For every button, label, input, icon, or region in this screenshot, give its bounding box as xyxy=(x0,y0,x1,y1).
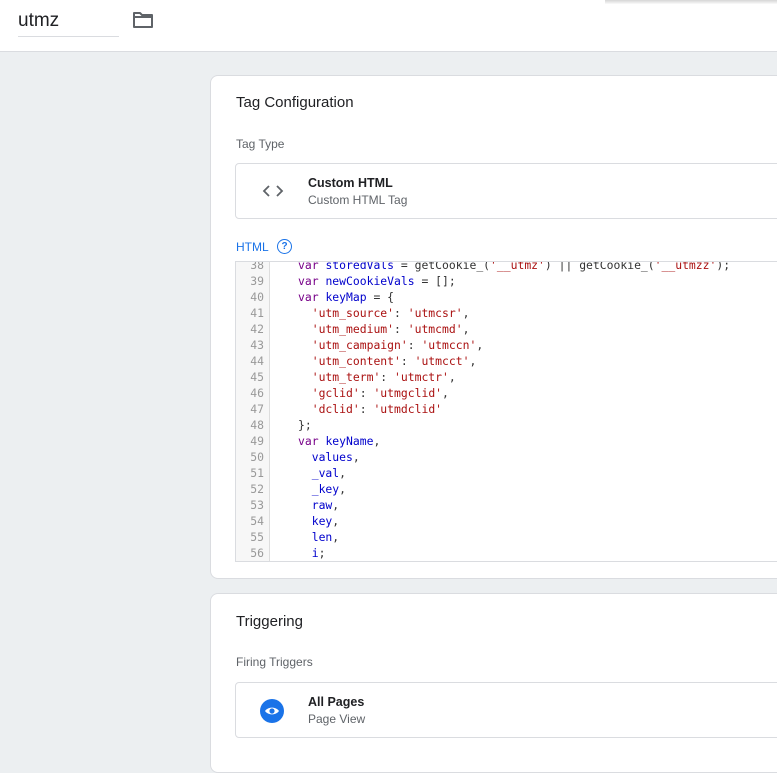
code-line: 40 var keyMap = { xyxy=(236,289,777,305)
code-text: var keyName, xyxy=(298,434,381,448)
line-number: 51 xyxy=(250,466,264,480)
line-number: 50 xyxy=(250,450,264,464)
tag-type-name: Custom HTML xyxy=(308,176,393,190)
code-text: _val, xyxy=(311,466,347,480)
line-number: 45 xyxy=(250,370,264,384)
folder-icon[interactable] xyxy=(132,10,154,30)
line-number: 54 xyxy=(250,514,264,528)
code-line: 42 'utm_medium': 'utmcmd', xyxy=(236,321,777,337)
html-label: HTML xyxy=(236,240,269,254)
code-text: var keyMap = { xyxy=(298,290,395,304)
code-text: _key, xyxy=(311,482,347,496)
line-number: 46 xyxy=(250,386,264,400)
code-line: 46 'gclid': 'utmgclid', xyxy=(236,385,777,401)
line-number: 55 xyxy=(250,530,264,544)
line-number: 49 xyxy=(250,434,264,448)
code-line: 44 'utm_content': 'utmcct', xyxy=(236,353,777,369)
code-text: i; xyxy=(311,546,326,560)
tag-type-selector[interactable]: Custom HTML Custom HTML Tag xyxy=(235,163,777,219)
html-code-editor[interactable]: 38 var storedVals = getCookie_('__utmz') … xyxy=(235,261,777,562)
code-line: 52 _key, xyxy=(236,481,777,497)
tag-type-label: Tag Type xyxy=(236,137,285,151)
top-bar: utmz xyxy=(0,0,777,52)
trigger-description: Page View xyxy=(308,712,366,726)
line-number: 48 xyxy=(250,418,264,432)
line-number: 47 xyxy=(250,402,264,416)
code-line: 54 key, xyxy=(236,513,777,529)
code-text: 'utm_source': 'utmcsr', xyxy=(311,306,470,320)
code-line: 47 'dclid': 'utmdclid' xyxy=(236,401,777,417)
panel-shadow-edge xyxy=(605,0,777,4)
code-text: 'utm_term': 'utmctr', xyxy=(311,370,456,384)
code-text: key, xyxy=(311,514,340,528)
line-number: 43 xyxy=(250,338,264,352)
code-text: 'utm_campaign': 'utmccn', xyxy=(311,338,484,352)
line-number: 53 xyxy=(250,498,264,512)
line-number: 52 xyxy=(250,482,264,496)
code-line: 53 raw, xyxy=(236,497,777,513)
triggering-title: Triggering xyxy=(236,613,303,630)
tag-configuration-card: Tag Configuration Tag Type Custom HTML C… xyxy=(210,75,777,579)
line-number: 56 xyxy=(250,546,264,560)
code-text: 'gclid': 'utmgclid', xyxy=(311,386,449,400)
code-line: 38 var storedVals = getCookie_('__utmz') … xyxy=(236,261,777,273)
trigger-name: All Pages xyxy=(308,695,365,709)
line-number: 40 xyxy=(250,290,264,304)
help-circle-icon[interactable]: ? xyxy=(277,239,292,254)
code-line: 48}; xyxy=(236,417,777,433)
code-line: 45 'utm_term': 'utmctr', xyxy=(236,369,777,385)
code-line: 49 var keyName, xyxy=(236,433,777,449)
code-text: values, xyxy=(311,450,360,464)
trigger-item-all-pages[interactable]: All Pages Page View xyxy=(235,682,777,738)
tag-name-input[interactable]: utmz xyxy=(18,8,119,37)
code-text: raw, xyxy=(311,498,340,512)
code-line: 56 i; xyxy=(236,545,777,561)
code-lines: 38 var storedVals = getCookie_('__utmz') … xyxy=(236,261,777,561)
code-brackets-icon xyxy=(262,183,284,199)
code-text: }; xyxy=(298,418,312,432)
code-line: 43 'utm_campaign': 'utmccn', xyxy=(236,337,777,353)
firing-triggers-label: Firing Triggers xyxy=(236,655,313,669)
line-number: 41 xyxy=(250,306,264,320)
code-text: var newCookieVals = []; xyxy=(298,274,456,288)
code-line: 39 var newCookieVals = []; xyxy=(236,273,777,289)
tag-configuration-title: Tag Configuration xyxy=(236,94,354,111)
line-number: 42 xyxy=(250,322,264,336)
code-text: 'dclid': 'utmdclid' xyxy=(311,402,443,416)
code-line: 51 _val, xyxy=(236,465,777,481)
tag-type-description: Custom HTML Tag xyxy=(308,193,408,207)
code-text: 'utm_content': 'utmcct', xyxy=(311,354,477,368)
code-text: 'utm_medium': 'utmcmd', xyxy=(311,322,470,336)
code-line: 50 values, xyxy=(236,449,777,465)
triggering-card: Triggering Firing Triggers All Pages Pag… xyxy=(210,593,777,773)
eye-icon xyxy=(260,699,284,723)
line-number: 44 xyxy=(250,354,264,368)
line-number: 38 xyxy=(250,261,264,272)
code-text: var storedVals = getCookie_('__utmz') ||… xyxy=(298,261,731,272)
code-text: len, xyxy=(311,530,340,544)
code-line: 55 len, xyxy=(236,529,777,545)
code-line: 41 'utm_source': 'utmcsr', xyxy=(236,305,777,321)
line-number: 39 xyxy=(250,274,264,288)
